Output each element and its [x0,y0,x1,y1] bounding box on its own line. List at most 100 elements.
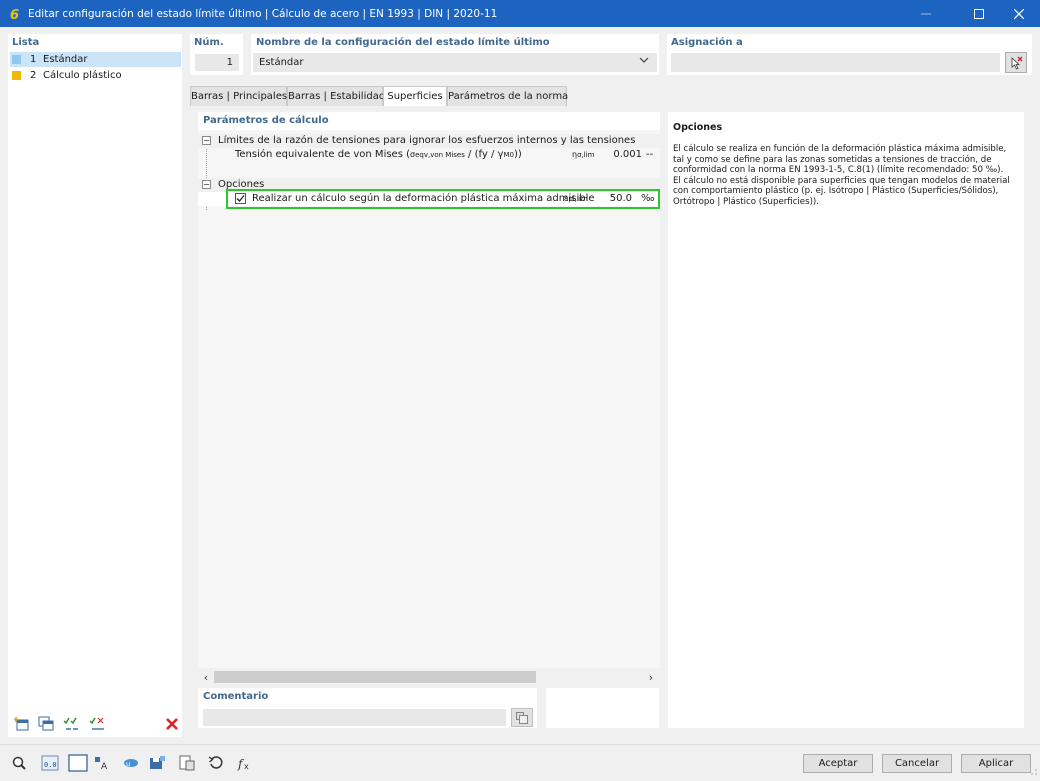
group-label: Límites de la razón de tensiones para ig… [218,135,636,146]
minimize-button[interactable] [903,0,949,27]
row-value[interactable]: 0.001 [600,148,642,162]
tree-row-von-mises[interactable]: Tensión equivalente de von Mises (σeqv,v… [198,148,660,162]
lista-toolbar [12,714,182,736]
scroll-right-icon[interactable]: › [644,670,658,684]
parameters-header: Parámetros de cálculo [203,115,329,126]
horizontal-scrollbar[interactable]: ‹ › [198,668,660,686]
search-icon [12,756,26,770]
check-all-button[interactable] [62,714,82,734]
lista-panel: Lista 1 Estándar 2 Cálculo plástico [8,34,182,737]
description-line: El cálculo no está disponible para super… [673,175,1010,186]
decimal-places-icon: 0.0 [41,755,59,771]
color-swatch [12,71,21,80]
check-all-icon [63,717,78,730]
svg-text:A: A [101,762,108,771]
new-item-icon [14,717,29,731]
number-field[interactable]: 1 [195,54,239,71]
description-line: con comportamiento plástico (p. ej. Isót… [673,186,999,197]
square-icon [68,754,88,772]
comment-input[interactable] [203,709,506,726]
description-line: tal y como se define para las zonas some… [673,154,992,165]
svg-text:0.0: 0.0 [44,761,57,769]
text-properties-button[interactable]: A [91,753,113,773]
pick-cursor-icon [1011,56,1023,70]
empty-panel [546,688,659,728]
uncheck-icon [89,717,104,730]
list-item-number: 1 [30,54,37,65]
name-value: Estándar [259,57,304,68]
tab-parametros-norma[interactable]: Parámetros de la norma [447,86,568,106]
apply-button[interactable]: Aplicar [961,754,1031,773]
list-item-number: 2 [30,70,37,81]
comment-panel: Comentario [198,688,537,728]
parameters-tree: − Límites de la razón de tensiones para … [198,130,660,668]
bottom-toolbar: 0.0 A u fx Aceptar Cancelar Aplicar [0,744,1040,781]
calculation-parameters-panel: Parámetros de cálculo − Límites de la ra… [198,112,660,686]
description-line: conformidad con la norma EN 1993-1-5, C.… [673,165,1004,176]
units-button[interactable]: u [120,753,142,773]
options-description: El cálculo se realiza en función de la d… [673,144,1023,208]
scroll-left-icon[interactable]: ‹ [199,670,213,684]
assignment-field[interactable] [671,53,1000,72]
options-info-panel: Opciones El cálculo se realiza en funció… [668,112,1024,728]
new-item-button[interactable] [12,714,32,734]
number-panel: Núm. 1 [190,34,243,75]
name-select[interactable]: Estándar [253,53,657,72]
reset-button[interactable] [205,753,227,773]
copy-icon [516,711,528,724]
description-line: Ortótropo | Plástico (Superficies)). [673,196,820,207]
pick-assignment-button[interactable] [1005,52,1027,73]
svg-text:u: u [126,760,130,768]
structure-text-icon: A [95,757,108,771]
svg-text:6: 6 [10,8,19,21]
name-panel: Nombre de la configuración del estado lí… [251,34,659,75]
search-button[interactable] [8,753,30,773]
row-symbol: ησ,lim [572,150,595,159]
close-icon [1014,8,1024,19]
copy-item-button[interactable] [36,714,56,734]
save-settings-button[interactable] [146,753,168,773]
accept-button[interactable]: Aceptar [803,754,873,773]
tab-content: Parámetros de cálculo − Límites de la ra… [190,106,1032,736]
load-settings-button[interactable] [176,753,198,773]
tree-group-stress-limits[interactable]: − Límites de la razón de tensiones para … [198,134,660,148]
units-icon: u [124,759,138,768]
comment-library-button[interactable] [511,708,533,727]
list-item[interactable]: 1 Estándar [10,52,181,67]
list-item[interactable]: 2 Cálculo plástico [10,68,181,83]
collapse-icon[interactable]: − [202,180,211,189]
collapse-icon[interactable]: − [202,136,211,145]
formula-button[interactable]: fx [234,753,256,773]
cancel-button[interactable]: Cancelar [882,754,952,773]
color-swatch [12,55,21,64]
tab-superficies[interactable]: Superficies [383,86,447,107]
uncheck-button[interactable] [88,714,108,734]
delete-icon [166,718,178,730]
row-label: Tensión equivalente de von Mises (σeqv,v… [235,149,522,160]
comment-label: Comentario [203,691,269,702]
reset-icon [208,756,223,769]
name-label: Nombre de la configuración del estado lí… [256,37,550,48]
number-label: Núm. [194,37,224,48]
close-button[interactable] [996,0,1040,27]
save-icon [150,756,165,769]
window-title: Editar configuración del estado límite ú… [28,7,498,20]
copy-icon [38,716,54,731]
tab-barras-estabilidad[interactable]: Barras | Estabilidad [287,86,385,106]
display-toggle-button[interactable] [67,753,89,773]
scroll-thumb[interactable] [214,671,536,683]
document-icon [179,755,195,771]
list-item-label: Cálculo plástico [43,70,122,81]
app-icon: 6 [8,7,22,21]
tab-barras-principales[interactable]: Barras | Principales [190,86,287,106]
svg-text:x: x [244,762,249,771]
highlight-frame [226,189,660,209]
options-title: Opciones [673,122,723,133]
row-unit: -- [646,149,654,160]
delete-button[interactable] [162,714,182,734]
lista-header: Lista [12,37,40,48]
decimal-places-button[interactable]: 0.0 [39,753,61,773]
chevron-down-icon [639,56,649,67]
list-item-label: Estándar [43,54,88,65]
resize-grip-icon[interactable] [1029,767,1037,778]
